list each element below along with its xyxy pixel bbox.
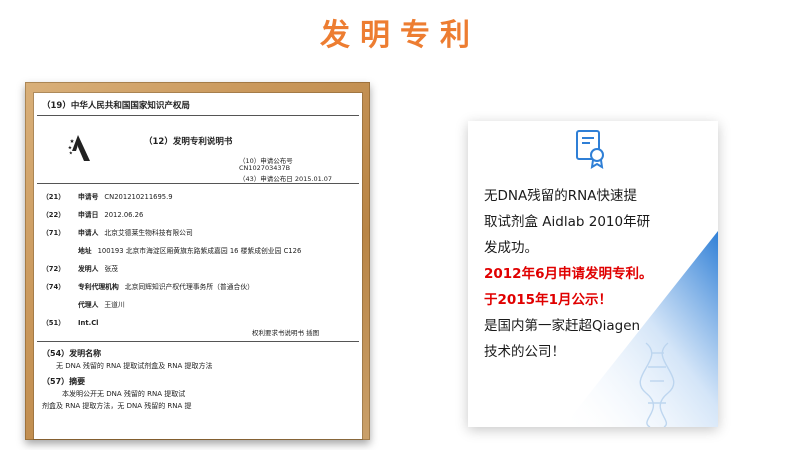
info-card: 无DNA残留的RNA快速提 取试剂盒 Aidlab 2010年研 发成功。 20…	[468, 121, 718, 427]
abstract-line-2: 剂盒及 RNA 提取方法，无 DNA 残留的 RNA 提	[42, 402, 192, 410]
field-value: 100193 北京市海淀区厢黄旗东路紫成嘉园 16 楼紫成创业园 C126	[97, 247, 302, 255]
card-line-4: 2012年6月申请发明专利。	[484, 266, 653, 282]
field-label: 发明人	[78, 265, 99, 273]
certificate-icon	[576, 130, 604, 169]
patent-office: （19）中华人民共和国国家知识产权局	[42, 101, 190, 111]
field-value: 张茂	[104, 265, 118, 273]
card-line-7: 技术的公司！	[484, 344, 565, 360]
field-value: CN201210211695.9	[104, 193, 173, 201]
pages-note: 权利要求书说明书 插图	[252, 329, 320, 337]
patent-office-logo	[68, 135, 90, 161]
abstract-heading: （57）摘要	[42, 377, 86, 386]
field-label: 申请日	[78, 211, 99, 219]
field-label: 专利代理机构	[78, 283, 119, 291]
card-text: 无DNA残留的RNA快速提 取试剂盒 Aidlab 2010年研 发成功。 20…	[484, 183, 709, 365]
card-line-5: 于2015年1月公示！	[484, 292, 612, 308]
field-label: 申请人	[78, 229, 99, 237]
patent-field-row: （51） Int.Cl	[42, 317, 105, 327]
field-number: （74）	[42, 283, 66, 291]
field-label: 申请号	[78, 193, 99, 201]
field-label: Int.Cl	[78, 319, 99, 327]
card-line-2: 取试剂盒 Aidlab 2010年研	[484, 214, 651, 230]
pub-no: CN102703437B	[239, 164, 291, 172]
abstract-line-1: 本发明公开无 DNA 残留的 RNA 提取试	[62, 390, 186, 398]
page-title: 发明专利	[320, 18, 480, 53]
patent-field-row: （71） 申请人 北京艾德莱生物科技有限公司	[42, 227, 193, 237]
patent-doc-type: （12）发明专利说明书	[144, 137, 233, 147]
patent-field-row: 代理人 王道川	[78, 299, 125, 309]
invention-name-heading: （54）发明名称	[42, 349, 102, 358]
card-line-1: 无DNA残留的RNA快速提	[484, 188, 637, 204]
patent-document: （19）中华人民共和国国家知识产权局 （12）发明专利说明书 （10）申请公布号…	[34, 93, 362, 439]
patent-frame: （19）中华人民共和国国家知识产权局 （12）发明专利说明书 （10）申请公布号…	[25, 82, 370, 440]
invention-name: 无 DNA 残留的 RNA 提取试剂盒及 RNA 提取方法	[56, 362, 213, 370]
field-value: 王道川	[104, 301, 125, 309]
field-number: （21）	[42, 193, 66, 201]
patent-field-row: （74） 专利代理机构 北京同辉知识产权代理事务所（普通合伙）	[42, 281, 254, 291]
field-number: （72）	[42, 265, 66, 273]
card-line-3: 发成功。	[484, 240, 538, 256]
field-number: （51）	[42, 319, 66, 327]
field-value: 2012.06.26	[104, 211, 144, 219]
patent-field-row: 地址 100193 北京市海淀区厢黄旗东路紫成嘉园 16 楼紫成创业园 C126	[78, 245, 301, 255]
patent-field-row: （22） 申请日 2012.06.26	[42, 209, 143, 219]
field-value: 北京艾德莱生物科技有限公司	[104, 229, 193, 237]
field-value: 北京同辉知识产权代理事务所（普通合伙）	[124, 283, 254, 291]
pub-date: （43）申请公布日 2015.01.07	[239, 175, 333, 183]
field-number: （71）	[42, 229, 66, 237]
field-label: 代理人	[78, 301, 99, 309]
patent-field-row: （21） 申请号 CN201210211695.9	[42, 191, 173, 201]
patent-field-row: （72） 发明人 张茂	[42, 263, 118, 273]
field-label: 地址	[78, 247, 92, 255]
card-line-6: 是国内第一家赶超Qiagen	[484, 318, 641, 334]
field-number: （22）	[42, 211, 66, 219]
